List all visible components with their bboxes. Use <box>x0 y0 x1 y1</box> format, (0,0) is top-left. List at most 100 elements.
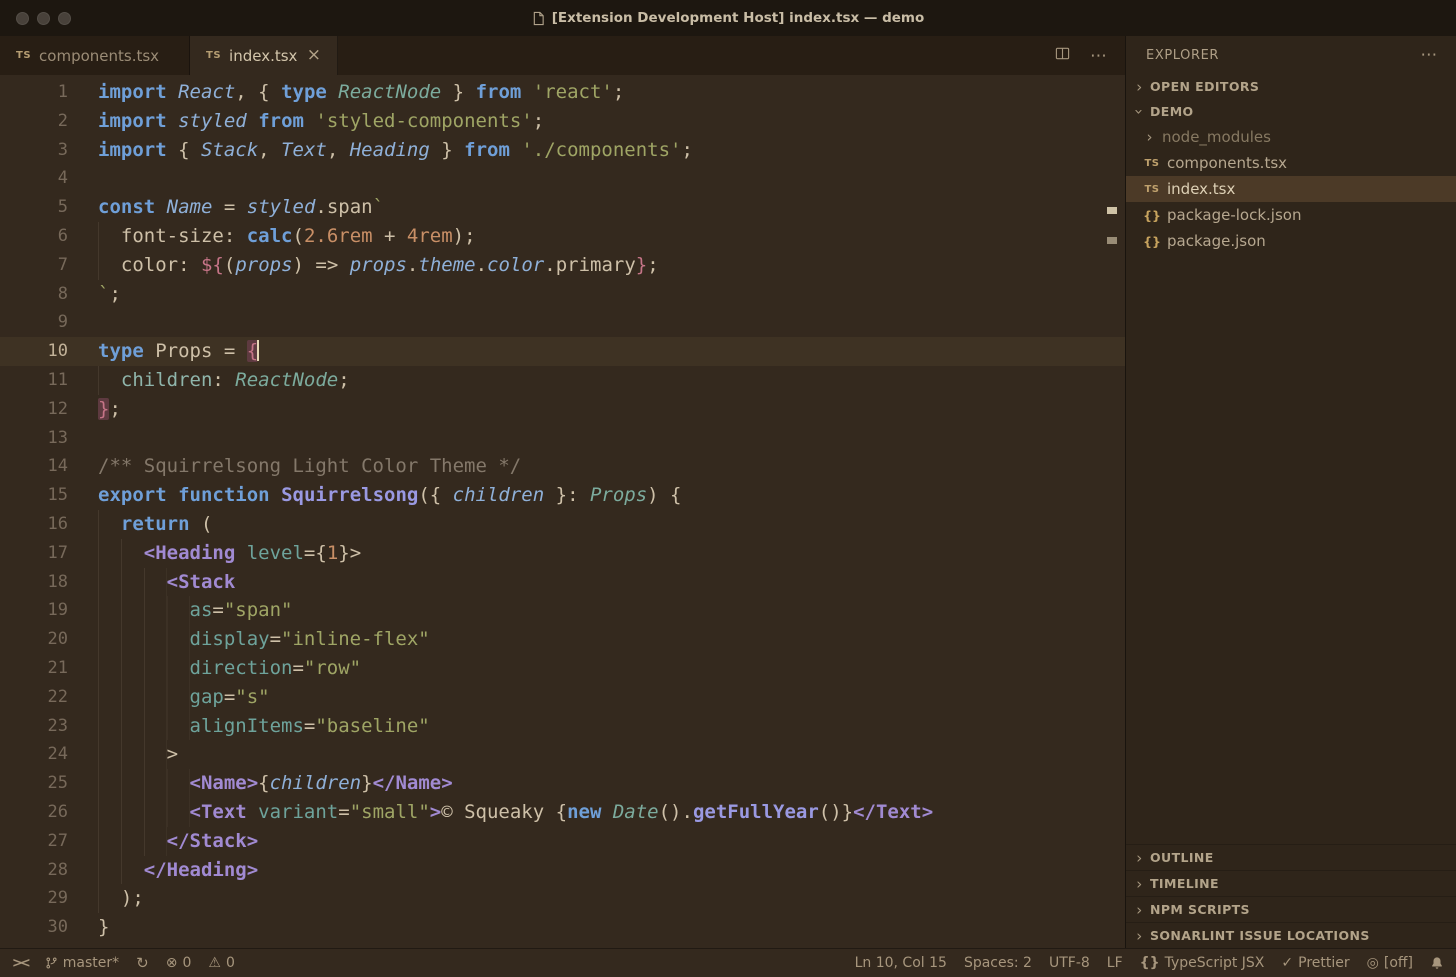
code-line[interactable]: 7 color: ${(props) => props.theme.color.p… <box>0 250 1125 280</box>
code-line[interactable]: 14 /** Squirrelsong Light Color Theme */ <box>0 452 1125 481</box>
status-lf[interactable]: LF <box>1107 955 1123 971</box>
explorer-more-actions-icon[interactable] <box>1420 45 1438 65</box>
code-line[interactable]: 21 direction="row" <box>0 653 1125 683</box>
code-line[interactable]: 11 children: ReactNode; <box>0 365 1125 395</box>
code-line[interactable]: 29); <box>0 884 1125 914</box>
status-sync-icon[interactable]: ↻ <box>136 954 149 972</box>
status-remote-icon[interactable]: >< <box>12 956 31 971</box>
code-line[interactable]: 18 <Stack <box>0 567 1125 597</box>
chevron-down-icon <box>1132 103 1147 121</box>
code-token: > <box>429 800 442 823</box>
panel-npm-scripts[interactable]: NPM SCRIPTS <box>1126 896 1456 922</box>
zoom-button[interactable] <box>58 11 71 25</box>
code-line-content: } <box>68 913 1125 942</box>
code-line[interactable]: 16 return ( <box>0 509 1125 539</box>
status-off[interactable]: ◎ [off] <box>1367 955 1413 971</box>
status-ln-10-col-15[interactable]: Ln 10, Col 15 <box>855 955 947 971</box>
code-line[interactable]: 6 font-size: calc(2.6rem + 4rem); <box>0 221 1125 251</box>
code-line[interactable]: 8 `; <box>0 280 1125 309</box>
code-token: import <box>98 138 167 161</box>
code-token: gap <box>189 685 224 708</box>
code-token: color <box>120 253 179 276</box>
file-name: node_modules <box>1162 128 1271 146</box>
code-token: Squirrelsong <box>281 484 419 507</box>
tab-index-tsx[interactable]: index.tsx <box>190 36 338 75</box>
titlebar: [Extension Development Host] index.tsx —… <box>0 0 1456 36</box>
line-number: 13 <box>47 427 68 448</box>
code-line[interactable]: 17 <Heading level={1}> <box>0 538 1125 568</box>
code-line[interactable]: 3 import { Stack, Text, Heading } from '.… <box>0 136 1125 165</box>
tab-components-tsx[interactable]: components.tsx <box>0 36 190 75</box>
file-name: package-lock.json <box>1167 206 1302 224</box>
code-line[interactable]: 9 <box>0 308 1125 337</box>
editor-group: components.tsx index.tsx 1import React, … <box>0 36 1125 948</box>
code-line[interactable]: 1 import React, { type ReactNode } from '… <box>0 78 1125 107</box>
code-token: "small" <box>349 800 430 823</box>
panel-outline[interactable]: OUTLINE <box>1126 844 1456 870</box>
code-line[interactable]: 23 alignItems="baseline" <box>0 711 1125 741</box>
status-master[interactable]: master* <box>45 955 119 971</box>
panel-sonarlint-issue-locations[interactable]: SONARLINT ISSUE LOCATIONS <box>1126 922 1456 948</box>
code-token: 4rem <box>406 224 453 247</box>
code-line[interactable]: 2 import styled from 'styled-components'; <box>0 107 1125 136</box>
status-0[interactable]: ⊗ 0 <box>166 955 192 971</box>
code-token: } <box>441 81 476 103</box>
code-line[interactable]: 10 type Props = { <box>0 337 1125 366</box>
indent-guides <box>98 653 190 683</box>
file-tree-item-index-tsx[interactable]: TS index.tsx <box>1126 176 1456 202</box>
status-0[interactable]: ⚠ 0 <box>208 955 234 971</box>
code-line[interactable]: 26 <Text variant="small">© Squeaky {new D… <box>0 797 1125 827</box>
line-number: 7 <box>57 254 68 275</box>
status-utf-8[interactable]: UTF-8 <box>1049 955 1090 971</box>
more-actions-icon[interactable] <box>1090 46 1107 66</box>
section-open-editors[interactable]: OPEN EDITORS <box>1126 74 1456 99</box>
status-typescript-jsx[interactable]: {} TypeScript JSX <box>1140 955 1265 971</box>
code-line[interactable]: 25 <Name>{children}</Name> <box>0 769 1125 798</box>
file-tree-item-package-lock-json[interactable]: {} package-lock.json <box>1126 202 1456 228</box>
status-bell-icon[interactable] <box>1430 956 1444 970</box>
code-line[interactable]: 19 as="span" <box>0 596 1125 626</box>
code-line[interactable]: 30} <box>0 913 1125 942</box>
code-line-content: children: ReactNode; <box>68 365 1125 395</box>
status-label: UTF-8 <box>1048 955 1090 971</box>
split-editor-icon[interactable] <box>1055 46 1070 65</box>
close-button[interactable] <box>16 11 29 25</box>
close-tab-icon[interactable] <box>307 47 321 64</box>
line-number: 5 <box>57 197 68 218</box>
panel-timeline[interactable]: TIMELINE <box>1126 870 1456 896</box>
section-demo[interactable]: DEMO <box>1126 99 1456 124</box>
code-token: function <box>178 484 270 507</box>
code-token: return <box>120 512 190 535</box>
line-number: 21 <box>47 657 68 678</box>
code-line[interactable]: 13 <box>0 424 1125 453</box>
code-line[interactable]: 28 </Heading> <box>0 855 1125 885</box>
status-spaces-2[interactable]: Spaces: 2 <box>964 955 1032 971</box>
code-line[interactable]: 20 display="inline-flex" <box>0 625 1125 654</box>
code-line[interactable]: 5 const Name = styled.span` <box>0 193 1125 222</box>
code-token: import <box>98 109 167 132</box>
code-line[interactable]: 15 export function Squirrelsong({ childre… <box>0 481 1125 510</box>
code-line-content: import styled from 'styled-components'; <box>68 107 1125 136</box>
code-line[interactable]: 27 </Stack> <box>0 826 1125 856</box>
code-line[interactable]: 22 gap="s" <box>0 682 1125 712</box>
minimize-button[interactable] <box>37 11 50 25</box>
status-prettier[interactable]: ✓ Prettier <box>1281 955 1349 971</box>
code-token: styled <box>246 196 316 219</box>
code-editor[interactable]: 1 import React, { type ReactNode } from '… <box>0 75 1125 948</box>
code-line[interactable]: 12}; <box>0 395 1125 424</box>
code-token: ); <box>120 887 144 910</box>
file-tree-item-components-tsx[interactable]: TS components.tsx <box>1126 150 1456 176</box>
code-token: </Text> <box>853 800 934 823</box>
file-tree-item-package-json[interactable]: {} package.json <box>1126 228 1456 254</box>
file-tree-item-node-modules[interactable]: node_modules <box>1126 124 1456 150</box>
code-line[interactable]: 4 <box>0 164 1125 193</box>
code-token: ) { <box>647 484 682 507</box>
code-line[interactable]: 31 <box>0 942 1125 948</box>
code-token: ={ <box>303 541 327 564</box>
code-token: level <box>246 541 304 564</box>
code-line[interactable]: 24 > <box>0 740 1125 770</box>
code-token: = <box>303 714 316 737</box>
